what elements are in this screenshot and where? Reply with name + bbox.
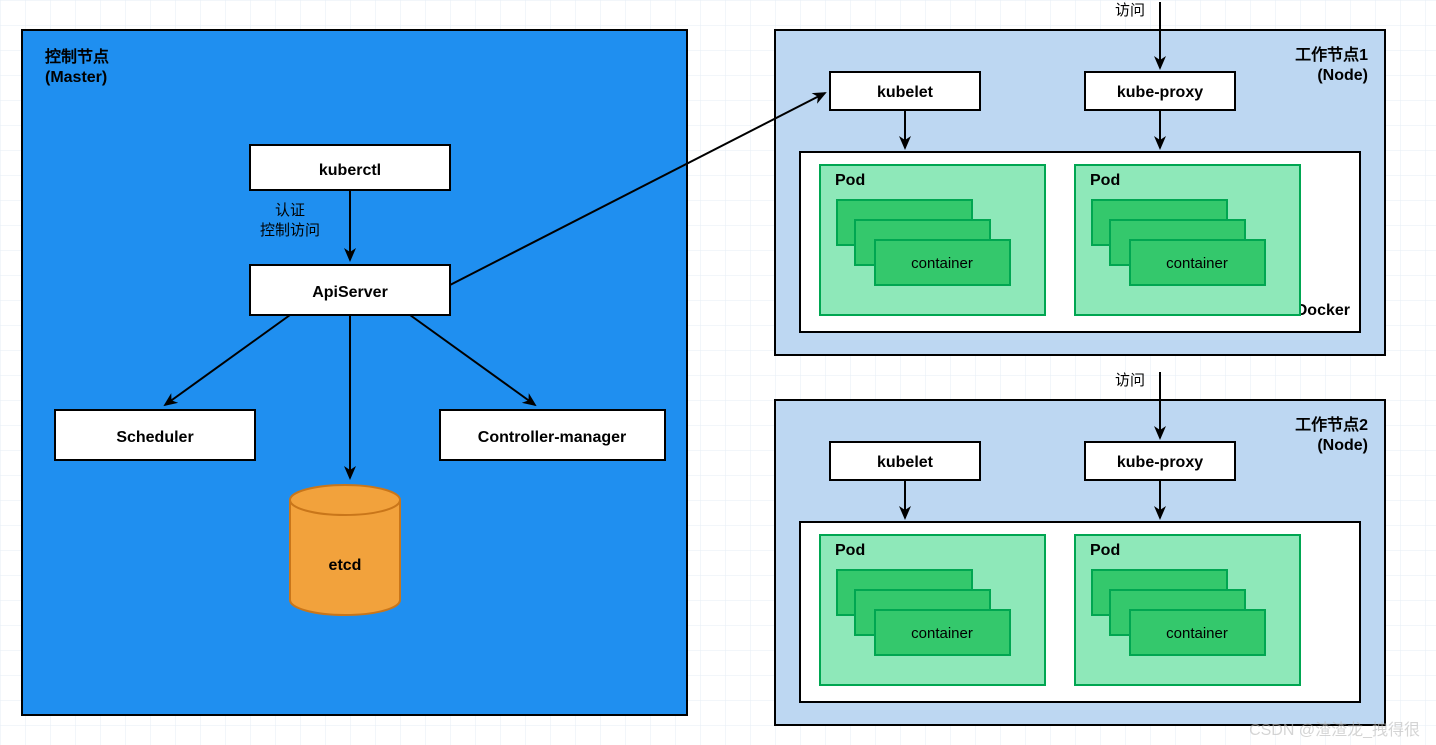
container-1a-label: container [911,255,973,272]
master-title-1: 控制节点 [45,47,109,66]
apiserver-label: ApiServer [312,284,388,301]
auth-line1: 认证 [275,202,305,219]
scheduler-label: Scheduler [116,429,193,446]
node1-title-1: 工作节点1 [1295,45,1368,64]
pod-1a-label: Pod [835,172,865,189]
kuberctl-label: kuberctl [319,162,381,179]
controller-label: Controller-manager [478,429,626,446]
kubeproxy-label-1: kube-proxy [1117,84,1203,101]
pod-1b-label: Pod [1090,172,1120,189]
etcd-cylinder [290,485,400,615]
pod-2a-label: Pod [835,542,865,559]
container-2a-label: container [911,625,973,642]
master-title-2: (Master) [45,69,107,86]
auth-line2: 控制访问 [260,222,320,239]
node1-title-2: (Node) [1317,67,1368,84]
access-2: 访问 [1115,372,1145,389]
container-2b-label: container [1166,625,1228,642]
kubeproxy-label-2: kube-proxy [1117,454,1203,471]
pod-2b-label: Pod [1090,542,1120,559]
watermark: CSDN @渣渣龙_拽得很 [1249,721,1420,739]
kubelet-label-1: kubelet [877,84,934,101]
node2-title-1: 工作节点2 [1295,415,1368,434]
etcd-label: etcd [329,557,362,574]
access-1: 访问 [1115,2,1145,19]
kubelet-label-2: kubelet [877,454,934,471]
container-1b-label: container [1166,255,1228,272]
node2-title-2: (Node) [1317,437,1368,454]
docker-label-1: Docker [1296,302,1350,319]
